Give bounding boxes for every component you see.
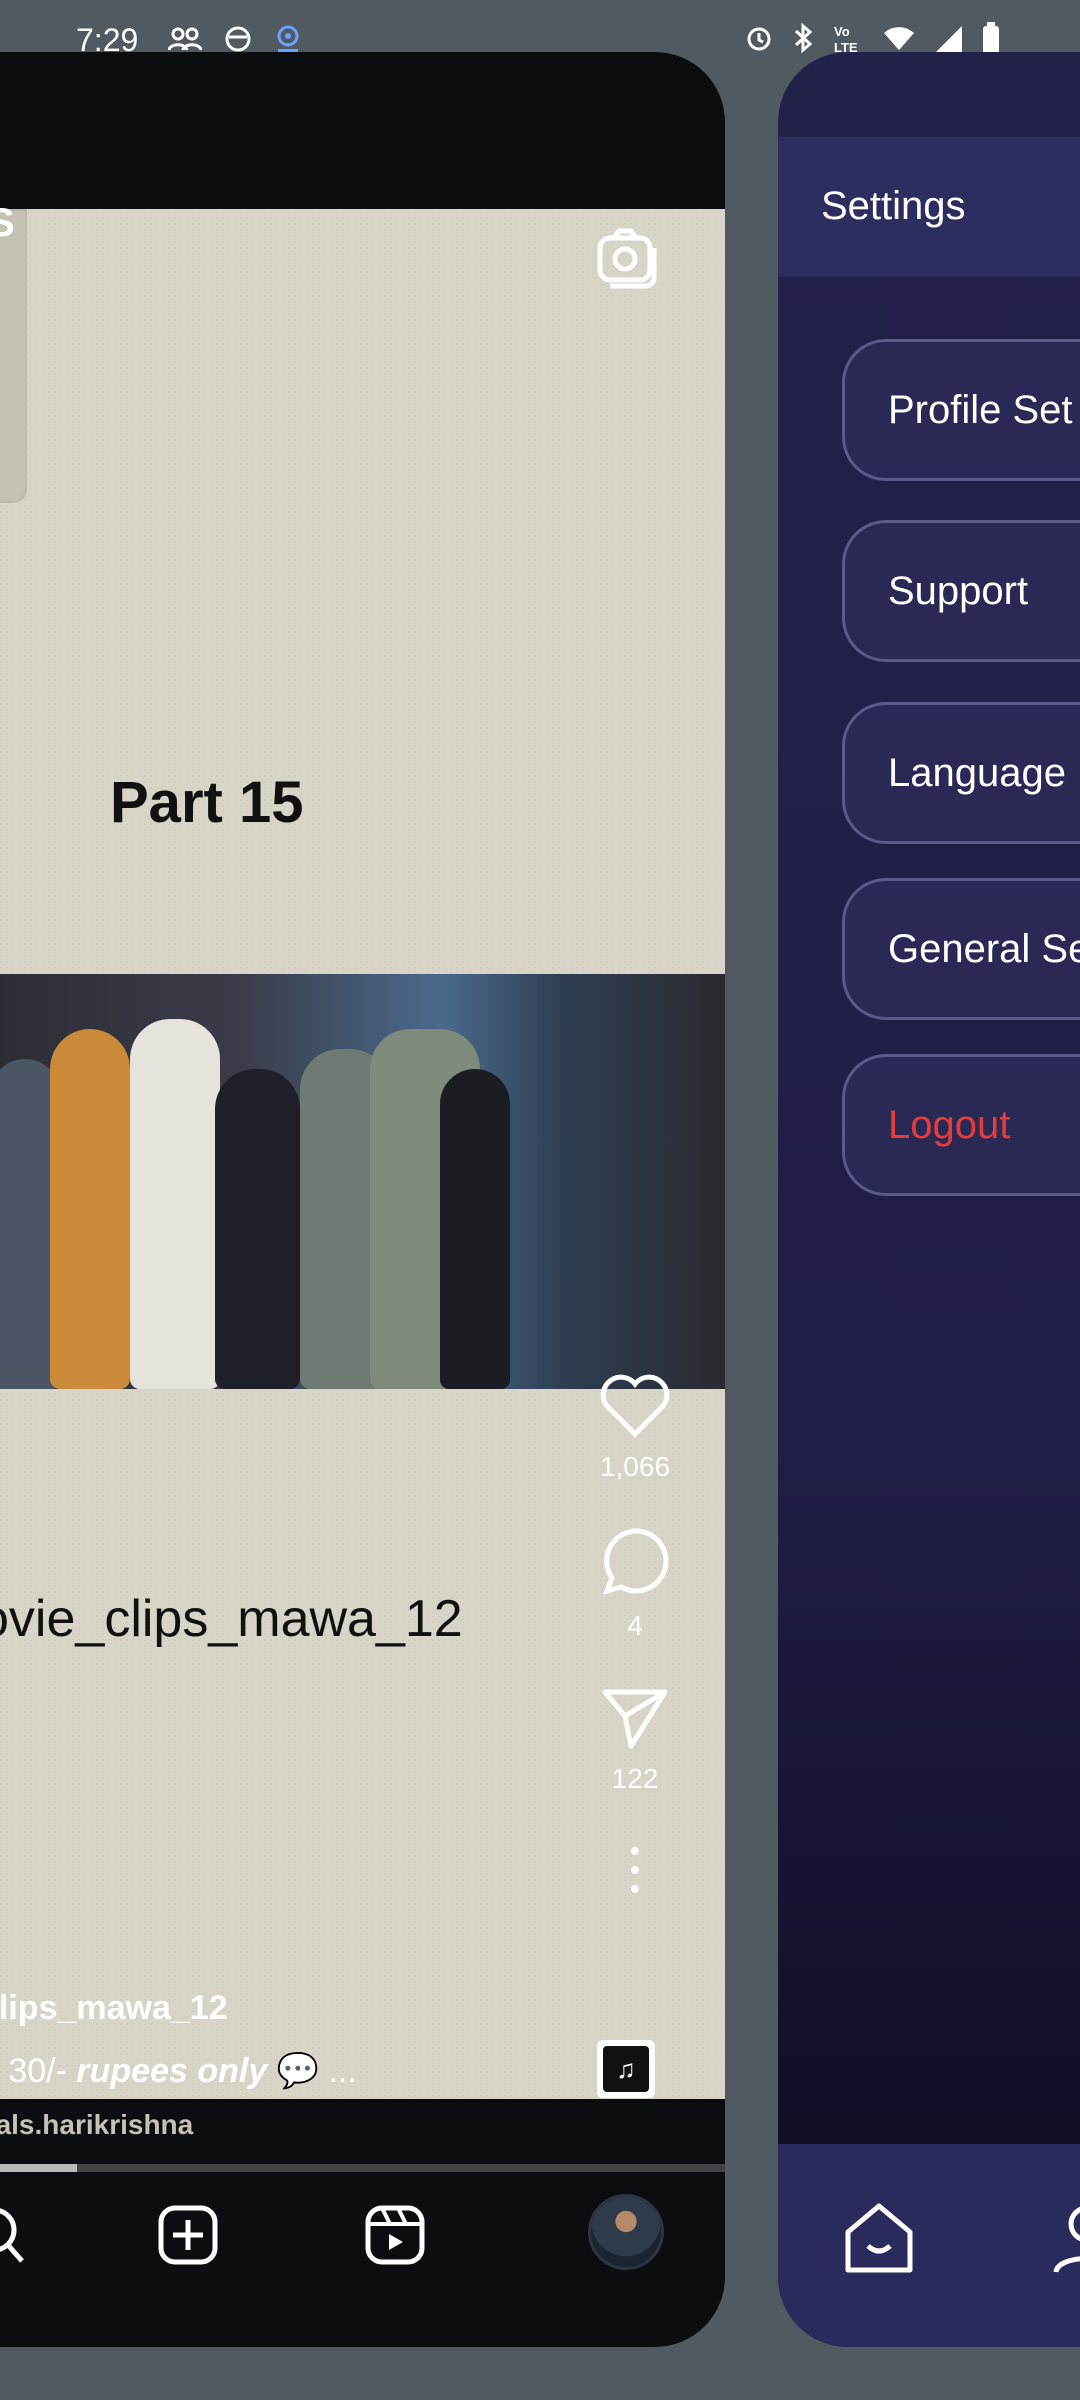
reel-actions: 1,066 4 122 (580, 1372, 690, 1900)
menu-general-settings[interactable]: General Se (842, 878, 1080, 1020)
page-title: Settings (821, 184, 966, 228)
face-icon (225, 26, 251, 52)
reel-caption[interactable]: n 30/- rupees only 💬 ... (0, 2051, 357, 2091)
camera-icon[interactable] (592, 224, 662, 294)
volte-icon: VoLTE (834, 24, 858, 54)
menu-item-label: Support (888, 569, 1029, 613)
menu-profile-settings[interactable]: Profile Set (842, 339, 1080, 481)
reels-app-card[interactable]: S Part 15 ovie_clips_mawa_12 clips_mawa_… (0, 52, 725, 2347)
logout-button[interactable]: Logout (842, 1054, 1080, 1196)
caption-suffix: 💬 ... (267, 2052, 357, 2090)
share-icon[interactable] (599, 1684, 671, 1750)
channel-name-overlay: ovie_clips_mawa_12 (0, 1590, 463, 1648)
people-icon (168, 27, 202, 51)
caption-prefix: n 30/- (0, 2052, 67, 2090)
audio-thumbnail[interactable]: ♫ (597, 2040, 655, 2098)
comment-count: 4 (627, 1610, 643, 1641)
menu-item-label: Profile Set (888, 388, 1073, 432)
home-icon[interactable] (840, 2200, 918, 2278)
camera-mic-icon (277, 25, 299, 52)
menu-support[interactable]: Support (842, 520, 1080, 662)
logout-label: Logout (888, 1103, 1011, 1147)
menu-item-label: General Se (888, 927, 1080, 971)
audio-name[interactable]: yals.harikrishna (0, 2109, 193, 2141)
more-options-icon[interactable] (625, 1845, 645, 1895)
video-progress-fill (0, 2164, 77, 2172)
svg-text:Vo: Vo (834, 24, 850, 39)
like-count: 1,066 (599, 1451, 671, 1482)
signal-icon (936, 26, 962, 52)
menu-item-label: Language (888, 751, 1066, 795)
alarm-icon (747, 27, 771, 51)
side-tab[interactable]: S (0, 201, 27, 503)
music-icon: ♫ (603, 2046, 649, 2092)
video-progress-bar[interactable] (0, 2164, 725, 2172)
settings-header: Settings (778, 137, 1080, 277)
settings-bottom-navigation (778, 2144, 1080, 2347)
wifi-icon (884, 27, 914, 50)
comment-icon[interactable] (599, 1525, 671, 1597)
menu-language[interactable]: Language (842, 702, 1080, 844)
like-icon[interactable] (599, 1372, 671, 1438)
part-title: Part 15 (110, 770, 304, 835)
profile-icon[interactable] (1048, 2200, 1080, 2278)
create-icon[interactable] (153, 2200, 223, 2270)
profile-avatar[interactable] (588, 2194, 664, 2270)
bluetooth-icon (794, 22, 813, 54)
caption-bold: rupees only (76, 2052, 268, 2090)
search-icon[interactable] (0, 2200, 40, 2270)
reels-icon[interactable] (360, 2200, 430, 2270)
battery-icon (983, 22, 999, 54)
side-tab-label: S (0, 201, 15, 245)
settings-app-card[interactable]: Settings Profile Set Support Language Ge… (778, 52, 1080, 2347)
reel-username[interactable]: clips_mawa_12 (0, 1989, 228, 2028)
video-frame[interactable] (0, 974, 725, 1389)
share-count: 122 (611, 1763, 659, 1794)
